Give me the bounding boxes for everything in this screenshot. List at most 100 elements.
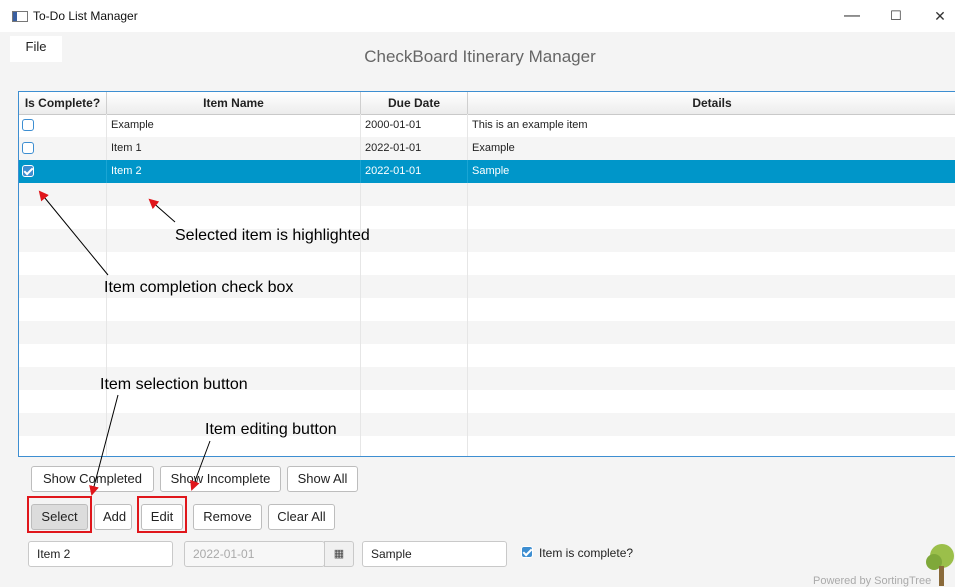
add-button[interactable]: Add bbox=[94, 504, 132, 530]
completion-checkbox[interactable] bbox=[22, 142, 34, 154]
empty-cell bbox=[107, 252, 361, 275]
show-all-button[interactable]: Show All bbox=[287, 466, 358, 492]
col-item-name[interactable]: Item Name bbox=[107, 92, 361, 114]
show-completed-button[interactable]: Show Completed bbox=[31, 466, 154, 492]
empty-cell bbox=[468, 206, 955, 229]
col-details[interactable]: Details bbox=[468, 92, 955, 114]
empty-cell bbox=[19, 321, 107, 344]
highlight-select-button bbox=[27, 496, 92, 533]
cell-name: Item 2 bbox=[107, 160, 361, 183]
empty-cell bbox=[468, 321, 955, 344]
cell-complete bbox=[19, 137, 107, 160]
remove-button[interactable]: Remove bbox=[193, 504, 262, 530]
cell-name: Example bbox=[107, 114, 361, 137]
empty-cell bbox=[361, 183, 468, 206]
empty-cell bbox=[19, 275, 107, 298]
empty-cell bbox=[19, 298, 107, 321]
empty-cell bbox=[361, 321, 468, 344]
empty-cell bbox=[468, 367, 955, 390]
cell-complete bbox=[19, 114, 107, 137]
empty-cell bbox=[19, 229, 107, 252]
menu-file[interactable]: File bbox=[10, 36, 62, 62]
empty-cell bbox=[107, 321, 361, 344]
empty-cell bbox=[468, 413, 955, 436]
empty-cell bbox=[19, 413, 107, 436]
app-icon bbox=[12, 11, 28, 22]
table-row[interactable] bbox=[19, 321, 955, 344]
table-row[interactable] bbox=[19, 436, 955, 456]
cell-details: Example bbox=[468, 137, 955, 160]
empty-cell bbox=[19, 252, 107, 275]
maximize-button[interactable]: ☐ bbox=[876, 5, 916, 27]
empty-cell bbox=[19, 183, 107, 206]
clear-all-button[interactable]: Clear All bbox=[268, 504, 335, 530]
empty-cell bbox=[361, 298, 468, 321]
empty-cell bbox=[468, 275, 955, 298]
item-name-field[interactable]: Item 2 bbox=[28, 541, 173, 567]
empty-cell bbox=[107, 206, 361, 229]
table-row[interactable] bbox=[19, 344, 955, 367]
empty-cell bbox=[361, 275, 468, 298]
table-row[interactable] bbox=[19, 183, 955, 206]
annotation-edit-button: Item editing button bbox=[205, 421, 337, 438]
cell-due: 2022-01-01 bbox=[361, 160, 468, 183]
empty-cell bbox=[361, 436, 468, 456]
empty-cell bbox=[19, 390, 107, 413]
empty-cell bbox=[361, 206, 468, 229]
footer-text: Powered by SortingTree bbox=[813, 575, 932, 587]
table-row[interactable]: Example 2000-01-01 This is an example item bbox=[19, 114, 955, 137]
show-incomplete-button[interactable]: Show Incomplete bbox=[160, 466, 281, 492]
empty-cell bbox=[361, 252, 468, 275]
due-date-field[interactable]: 2022-01-01 bbox=[184, 541, 325, 567]
empty-cell bbox=[19, 436, 107, 456]
cell-details: This is an example item bbox=[468, 114, 955, 137]
annotation-selected: Selected item is highlighted bbox=[175, 227, 370, 244]
empty-cell bbox=[468, 229, 955, 252]
empty-cell bbox=[361, 413, 468, 436]
table-row[interactable]: Item 2 2022-01-01 Sample bbox=[19, 160, 955, 183]
empty-cell bbox=[107, 436, 361, 456]
empty-cell bbox=[468, 344, 955, 367]
table-header: Is Complete? Item Name Due Date Details bbox=[19, 92, 955, 115]
table-row[interactable] bbox=[19, 229, 955, 252]
calendar-icon[interactable]: ▦ bbox=[324, 541, 354, 567]
empty-cell bbox=[107, 183, 361, 206]
empty-cell bbox=[19, 367, 107, 390]
empty-cell bbox=[468, 252, 955, 275]
empty-cell bbox=[361, 344, 468, 367]
completion-checkbox[interactable] bbox=[22, 119, 34, 131]
table-row[interactable] bbox=[19, 413, 955, 436]
todo-table[interactable]: Is Complete? Item Name Due Date Details … bbox=[18, 91, 955, 457]
cell-complete bbox=[19, 160, 107, 183]
window-title: To-Do List Manager bbox=[33, 9, 138, 23]
highlight-edit-button bbox=[137, 496, 187, 533]
col-due-date[interactable]: Due Date bbox=[361, 92, 468, 114]
completion-checkbox[interactable] bbox=[22, 165, 34, 177]
empty-cell bbox=[468, 298, 955, 321]
table-row[interactable] bbox=[19, 298, 955, 321]
annotation-checkbox: Item completion check box bbox=[104, 279, 294, 296]
table-row[interactable]: Item 1 2022-01-01 Example bbox=[19, 137, 955, 160]
empty-cell bbox=[468, 183, 955, 206]
empty-cell bbox=[107, 344, 361, 367]
details-field[interactable]: Sample bbox=[362, 541, 507, 567]
annotation-select-button: Item selection button bbox=[100, 376, 248, 393]
cell-details: Sample bbox=[468, 160, 955, 183]
empty-cell bbox=[468, 436, 955, 456]
minimize-button[interactable]: — bbox=[832, 5, 872, 27]
empty-cell bbox=[468, 390, 955, 413]
cell-due: 2022-01-01 bbox=[361, 137, 468, 160]
cell-name: Item 1 bbox=[107, 137, 361, 160]
title-bar: To-Do List Manager — ☐ ✕ bbox=[0, 0, 955, 32]
table-row[interactable] bbox=[19, 206, 955, 229]
empty-cell bbox=[19, 206, 107, 229]
item-complete-label: Item is complete? bbox=[539, 546, 634, 560]
empty-cell bbox=[361, 367, 468, 390]
cell-due: 2000-01-01 bbox=[361, 114, 468, 137]
empty-cell bbox=[107, 298, 361, 321]
col-is-complete[interactable]: Is Complete? bbox=[19, 92, 107, 114]
item-complete-checkbox[interactable] bbox=[521, 546, 533, 558]
table-row[interactable] bbox=[19, 252, 955, 275]
empty-cell bbox=[19, 344, 107, 367]
close-button[interactable]: ✕ bbox=[920, 5, 955, 27]
